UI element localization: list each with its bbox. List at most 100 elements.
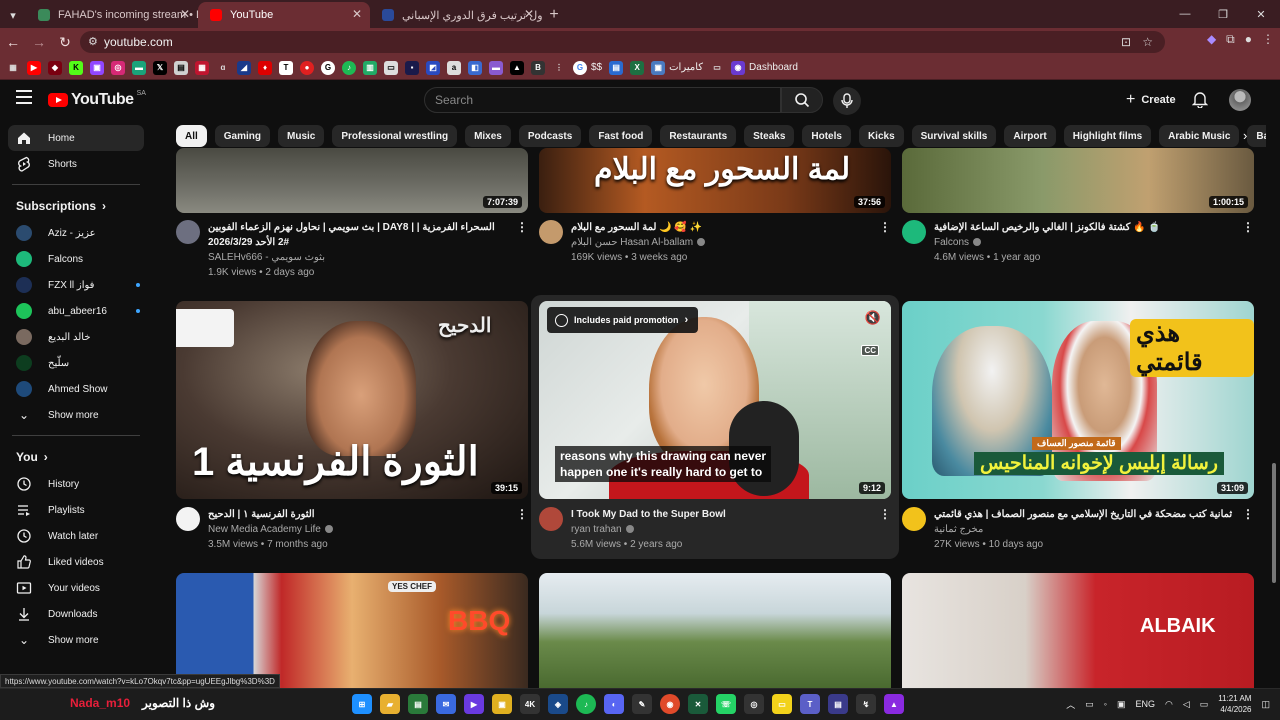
forward-icon[interactable]: → xyxy=(26,29,52,55)
sidebar-subscription[interactable]: Aziz - عزيز xyxy=(8,220,144,246)
chrome-icon[interactable]: ◉ xyxy=(660,694,680,714)
sidebar-item-home[interactable]: Home xyxy=(8,125,144,151)
bookmark-icon[interactable]: ▦ xyxy=(195,60,209,75)
video-thumbnail[interactable]: الدحيح الثورة الفرنسية 1 39:15 xyxy=(176,301,528,499)
menu-icon[interactable] xyxy=(16,90,32,104)
bookmark-icon[interactable]: ▤ xyxy=(609,60,624,75)
app-icon[interactable]: ✕ xyxy=(688,694,708,714)
google-bookmark[interactable]: G $$ xyxy=(573,60,602,75)
voice-search-button[interactable] xyxy=(833,87,861,115)
spotify-icon[interactable]: ♪ xyxy=(576,694,596,714)
clock[interactable]: 11:21 AM 4/4/2026 xyxy=(1218,693,1251,715)
url-bar[interactable]: ⚙ youtube.com ⊡ ☆ xyxy=(80,31,1165,53)
sidebar-subscription[interactable]: Falcons xyxy=(8,246,144,272)
back-icon[interactable]: ← xyxy=(0,29,26,55)
apps-grid-icon[interactable]: ▦ xyxy=(6,61,20,75)
captions-icon[interactable]: CC xyxy=(861,345,879,356)
tray-app-icon[interactable]: ▭ xyxy=(1085,699,1094,710)
chip-highlight-films[interactable]: Highlight films xyxy=(1063,125,1152,147)
channel-name[interactable]: حسن البلام Hasan Al-ballam xyxy=(571,235,706,250)
channel-name[interactable]: SALEHv666 - بثوث سويمي xyxy=(208,250,325,265)
app-icon[interactable]: ▤ xyxy=(828,694,848,714)
video-title[interactable]: لمة السحور مع البلام 🌙 🥰 ✨ xyxy=(571,220,873,235)
app-icon[interactable]: ▶ xyxy=(464,694,484,714)
video-thumbnail[interactable]: 1:00:15 xyxy=(902,148,1254,213)
discord-icon[interactable]: ◐ xyxy=(604,694,624,714)
bookmark-icon[interactable]: ◆ xyxy=(48,60,62,75)
search-button[interactable] xyxy=(781,87,823,113)
channel-avatar[interactable] xyxy=(902,507,926,531)
sidebar-item-downloads[interactable]: Downloads xyxy=(8,601,144,627)
chip-restaurants[interactable]: Restaurants xyxy=(660,125,737,147)
video-thumbnail[interactable]: لمة السحور مع البلام 37:56 xyxy=(539,148,891,213)
channel-name[interactable]: مخرج ثمانية xyxy=(934,522,983,537)
bookmark-icon[interactable]: ◩ xyxy=(426,60,440,75)
channel-name[interactable]: Falcons xyxy=(934,235,982,250)
bookmark-icon[interactable]: T xyxy=(279,60,293,75)
chip-music[interactable]: Music xyxy=(278,125,325,147)
bookmark-icon[interactable]: ⋮ xyxy=(552,61,566,75)
chip-steaks[interactable]: Steaks xyxy=(744,125,795,147)
sidebar-item-your-videos[interactable]: Your videos xyxy=(8,575,144,601)
wifi-icon[interactable]: ◠ xyxy=(1165,699,1173,710)
you-header[interactable]: You › xyxy=(0,443,152,471)
account-avatar[interactable] xyxy=(1229,89,1251,111)
extension-icon[interactable]: ◆ xyxy=(1207,32,1216,47)
close-tab-icon[interactable]: ✕ xyxy=(352,7,362,21)
channel-avatar[interactable] xyxy=(176,220,200,244)
search-input[interactable]: Search xyxy=(424,87,781,113)
input-language[interactable]: ENG xyxy=(1135,699,1155,709)
bookmark-icon[interactable]: ▬ xyxy=(489,60,503,75)
extensions-puzzle-icon[interactable]: ⧉ xyxy=(1226,32,1235,47)
app-icon[interactable]: ▤ xyxy=(408,694,428,714)
sidebar-item-watch-later[interactable]: Watch later xyxy=(8,523,144,549)
kick-bookmark-icon[interactable]: K xyxy=(69,60,83,75)
notifications-button[interactable] xyxy=(1191,90,1209,113)
bookmark-star-icon[interactable]: ☆ xyxy=(1142,35,1153,49)
whatsapp-icon[interactable]: ☏ xyxy=(716,694,736,714)
x-bookmark-icon[interactable]: 𝕏 xyxy=(153,60,167,75)
tab-search-icon[interactable]: ▾ xyxy=(0,2,26,28)
youtube-logo[interactable]: YouTube SA xyxy=(48,90,146,109)
video-thumbnail[interactable]: هذي قائمتي قائمة منصور العساف رسالة إبلي… xyxy=(902,301,1254,499)
tray-chevron-icon[interactable]: ︿ xyxy=(1066,698,1075,711)
close-tab-icon[interactable]: ✕ xyxy=(524,7,534,21)
close-tab-icon[interactable]: ✕ xyxy=(180,7,190,21)
sidebar-item-playlists[interactable]: Playlists xyxy=(8,497,144,523)
paid-promotion-badge[interactable]: Includes paid promotion › xyxy=(547,307,699,333)
sidebar-item-history[interactable]: History xyxy=(8,471,144,497)
chip-all[interactable]: All xyxy=(176,125,207,147)
more-options-icon[interactable]: ⋮ xyxy=(1242,220,1254,234)
more-options-icon[interactable]: ⋮ xyxy=(1242,507,1254,521)
sidebar-item-liked-videos[interactable]: Liked videos xyxy=(8,549,144,575)
instagram-bookmark-icon[interactable]: ◎ xyxy=(111,60,125,75)
reload-icon[interactable]: ↻ xyxy=(52,29,78,55)
browser-menu-icon[interactable]: ⋮ xyxy=(1262,32,1274,47)
app-icon[interactable]: ◎ xyxy=(744,694,764,714)
channel-avatar[interactable] xyxy=(902,220,926,244)
bookmark-icon[interactable]: G xyxy=(321,60,335,75)
video-title[interactable]: كشتة فالكونز | الغالي والرخيص الساعة الإ… xyxy=(934,220,1236,235)
site-info-icon[interactable]: ⚙ xyxy=(88,35,98,48)
bookmark-icon[interactable]: ▲ xyxy=(510,60,524,75)
profile-icon[interactable]: ● xyxy=(1245,32,1252,47)
sidebar-subscription[interactable]: FZX ll فواز xyxy=(8,272,144,298)
close-window-icon[interactable]: ✕ xyxy=(1242,0,1280,28)
video-thumbnail[interactable]: YES CHEF BBQ xyxy=(176,573,528,688)
taskbar-widget[interactable]: Nada_m10 وش ذا التصوير xyxy=(70,696,215,710)
notification-icon[interactable]: ◫ xyxy=(1261,699,1270,710)
page-scrollbar[interactable] xyxy=(1270,148,1278,688)
video-thumbnail[interactable]: 7:07:39 xyxy=(176,148,528,213)
chip-professional-wrestling[interactable]: Professional wrestling xyxy=(332,125,458,147)
bookmark-icon[interactable]: ◢ xyxy=(237,60,251,75)
cameras-bookmark[interactable]: ▣ كاميرات xyxy=(651,60,703,75)
scrollbar-thumb[interactable] xyxy=(1272,463,1276,583)
bookmark-icon[interactable]: ɑ xyxy=(216,61,230,75)
chip-baking[interactable]: Baking xyxy=(1247,125,1266,147)
video-thumbnail[interactable] xyxy=(539,573,891,688)
sidebar-subscription[interactable]: Ahmed Show xyxy=(8,376,144,402)
folder-icon[interactable]: ▭ xyxy=(710,61,724,75)
browser-tab-1[interactable]: FAHAD's incoming stream • Le ✕ xyxy=(26,2,198,28)
channel-avatar[interactable] xyxy=(176,507,200,531)
more-options-icon[interactable]: ⋮ xyxy=(879,507,891,521)
